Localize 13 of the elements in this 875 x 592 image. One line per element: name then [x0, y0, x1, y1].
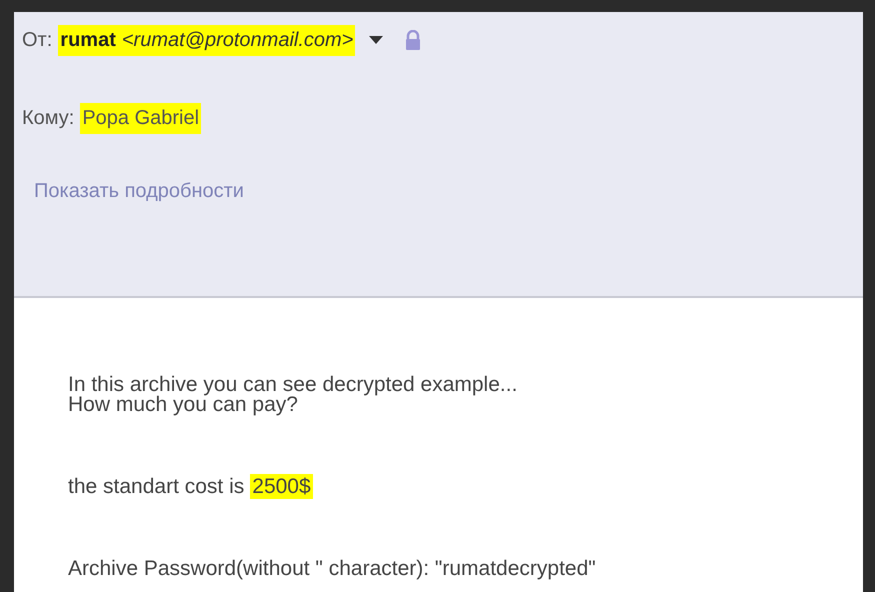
- recipient-name: Popa Gabriel: [80, 102, 202, 134]
- message-text: Archive Password(without " character): "rumatdecrypted": [68, 558, 596, 578]
- message-text: How much you can pay?: [68, 394, 298, 414]
- message-text: In this archive you can see decrypted example...: [68, 374, 518, 394]
- from-label: От:: [22, 28, 52, 52]
- dropdown-icon[interactable]: [369, 35, 384, 45]
- highlighted-text: 2500$: [250, 474, 313, 498]
- to-label: Кому:: [22, 106, 74, 130]
- lock-icon: [405, 30, 422, 50]
- sender-email: <rumat@protonmail.com>: [122, 28, 354, 52]
- show-details-link[interactable]: Показать подробности: [34, 180, 863, 203]
- sender-name: rumat: [60, 28, 116, 52]
- message-text: the standart cost is: [68, 476, 244, 496]
